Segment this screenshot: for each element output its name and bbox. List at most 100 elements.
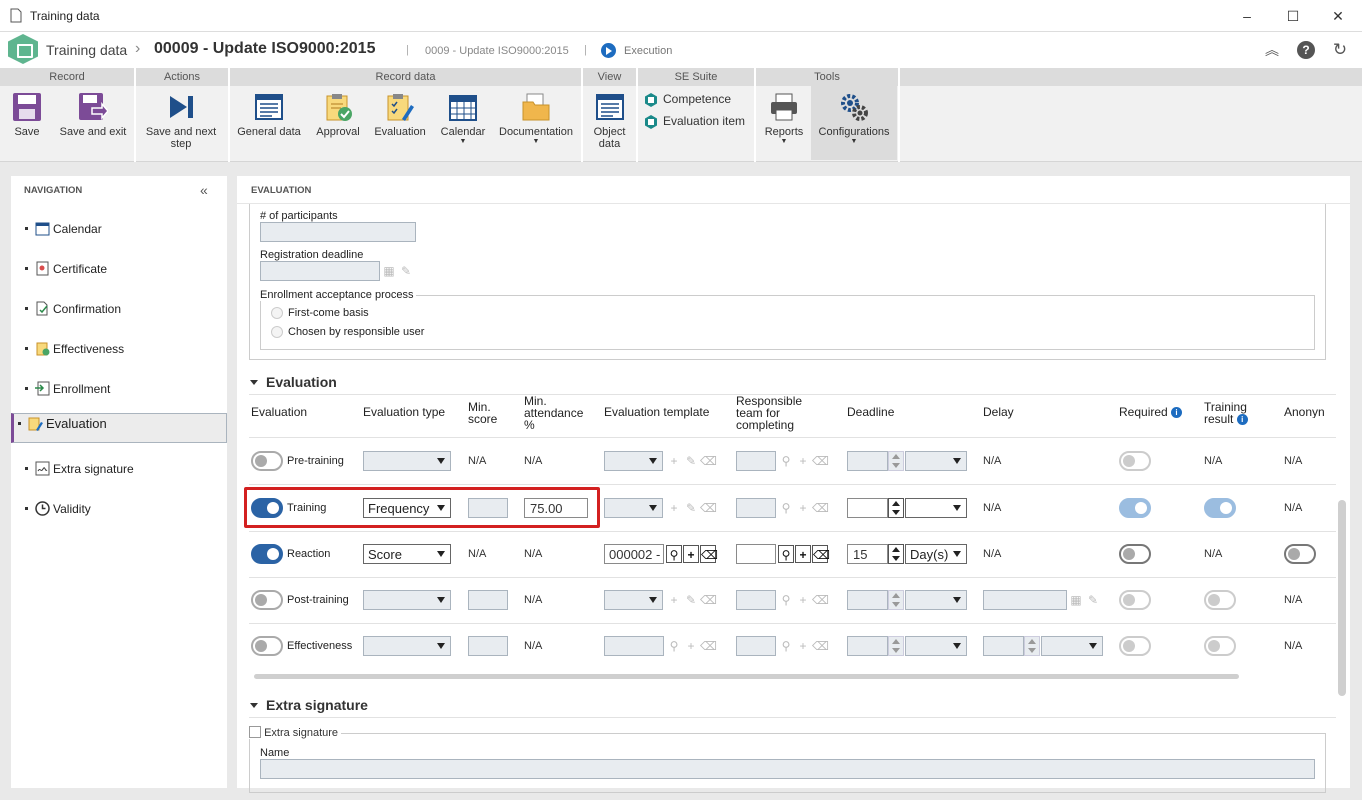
nav-item-validity[interactable]: Validity	[11, 493, 227, 523]
delay-spinner[interactable]	[1024, 636, 1040, 656]
deadline-number-input[interactable]	[847, 498, 888, 518]
nav-item-effectiveness[interactable]: Effectiveness	[11, 333, 227, 363]
responsible-input[interactable]	[736, 451, 776, 471]
horizontal-scrollbar[interactable]	[254, 674, 1239, 679]
clear-icon[interactable]: ⌫	[700, 499, 717, 517]
training-result-toggle[interactable]	[1204, 590, 1236, 610]
deadline-unit-select[interactable]	[905, 498, 967, 518]
deadline-number-input[interactable]	[847, 590, 888, 610]
evaluation-section-toggle[interactable]: Evaluation	[250, 374, 337, 390]
deadline-spinner[interactable]	[888, 498, 904, 518]
add-icon[interactable]: +	[795, 499, 811, 517]
delay-input[interactable]	[983, 590, 1067, 610]
approval-button[interactable]: Approval	[310, 86, 366, 160]
clear-icon[interactable]: ⌫	[700, 545, 718, 563]
evaluation-item-button[interactable]: Evaluation item	[644, 114, 752, 132]
deadline-spinner[interactable]	[888, 544, 904, 564]
first-come-radio[interactable]	[271, 307, 283, 319]
required-toggle[interactable]	[1119, 544, 1151, 564]
object-data-button[interactable]: Object data	[587, 86, 632, 160]
edit-icon[interactable]: ✎	[683, 591, 699, 609]
vertical-scrollbar[interactable]	[1338, 500, 1346, 696]
calendar-picker-icon[interactable]: ▦	[381, 262, 397, 280]
add-icon[interactable]: +	[666, 499, 682, 517]
required-toggle[interactable]	[1119, 451, 1151, 471]
reports-button[interactable]: Reports ▼	[760, 86, 808, 160]
clear-icon[interactable]: ⌫	[700, 637, 717, 655]
responsible-input[interactable]	[736, 590, 776, 610]
nav-item-evaluation[interactable]: Evaluation	[11, 413, 227, 443]
template-select[interactable]	[604, 498, 663, 518]
search-icon[interactable]: ⚲	[666, 637, 682, 655]
clear-icon[interactable]: ⌫	[812, 452, 829, 470]
template-select[interactable]	[604, 590, 663, 610]
responsible-input[interactable]	[736, 544, 776, 564]
add-icon[interactable]: +	[795, 545, 811, 563]
deadline-unit-select[interactable]	[905, 636, 967, 656]
deadline-spinner[interactable]	[888, 451, 904, 471]
clear-icon[interactable]: ⌫	[812, 545, 830, 563]
save-and-next-step-button[interactable]: Save and next step	[140, 86, 222, 160]
add-icon[interactable]: +	[666, 452, 682, 470]
template-input[interactable]: 000002 -	[604, 544, 664, 564]
maximize-button[interactable]: ☐	[1283, 6, 1303, 26]
required-toggle[interactable]	[1119, 498, 1151, 518]
chosen-by-user-radio[interactable]	[271, 326, 283, 338]
nav-item-enrollment[interactable]: Enrollment	[11, 373, 227, 403]
add-icon[interactable]: +	[666, 591, 682, 609]
search-icon[interactable]: ⚲	[778, 591, 794, 609]
nav-item-extra-signature[interactable]: Extra signature	[11, 453, 227, 483]
clear-icon[interactable]: ⌫	[812, 499, 829, 517]
deadline-number-input[interactable]: 15	[847, 544, 888, 564]
extra-signature-checkbox[interactable]	[249, 726, 261, 738]
clear-icon[interactable]: ⌫	[812, 591, 829, 609]
reaction-toggle[interactable]	[251, 544, 283, 564]
delay-unit-select[interactable]	[1041, 636, 1103, 656]
general-data-button[interactable]: General data	[234, 86, 304, 160]
training-result-toggle[interactable]	[1204, 636, 1236, 656]
search-icon[interactable]: ⚲	[666, 545, 682, 563]
responsible-input[interactable]	[736, 636, 776, 656]
info-icon[interactable]: i	[1236, 414, 1248, 425]
effectiveness-toggle[interactable]	[251, 636, 283, 656]
deadline-unit-select[interactable]	[905, 590, 967, 610]
nav-item-confirmation[interactable]: Confirmation	[11, 293, 227, 323]
delay-input[interactable]	[983, 636, 1024, 656]
evaluation-type-select[interactable]	[363, 636, 451, 656]
deadline-spinner[interactable]	[888, 636, 904, 656]
clear-icon[interactable]: ⌫	[812, 637, 829, 655]
documentation-button[interactable]: Documentation ▼	[496, 86, 576, 160]
add-icon[interactable]: +	[795, 452, 811, 470]
nav-item-certificate[interactable]: Certificate	[11, 253, 227, 283]
search-icon[interactable]: ⚲	[778, 637, 794, 655]
calendar-picker-icon[interactable]: ▦	[1068, 591, 1084, 609]
clear-icon[interactable]: ✎	[1085, 591, 1101, 609]
edit-icon[interactable]: ✎	[683, 499, 699, 517]
help-icon[interactable]: ?	[1297, 41, 1315, 59]
template-select[interactable]	[604, 451, 663, 471]
clear-icon[interactable]: ⌫	[700, 452, 717, 470]
nav-item-calendar[interactable]: Calendar	[11, 213, 227, 243]
save-and-exit-button[interactable]: Save and exit	[56, 86, 130, 160]
training-result-toggle[interactable]	[1204, 498, 1236, 518]
pre-training-toggle[interactable]	[251, 451, 283, 471]
evaluation-type-select[interactable]	[363, 451, 451, 471]
required-toggle[interactable]	[1119, 636, 1151, 656]
competence-button[interactable]: Competence	[644, 92, 752, 110]
deadline-number-input[interactable]	[847, 451, 888, 471]
deadline-spinner[interactable]	[888, 590, 904, 610]
post-training-toggle[interactable]	[251, 590, 283, 610]
minimize-button[interactable]: –	[1237, 6, 1257, 26]
extra-signature-checkbox-row[interactable]: Extra signature	[249, 726, 342, 739]
min-score-input[interactable]	[468, 636, 508, 656]
registration-deadline-input[interactable]	[260, 261, 380, 281]
edit-icon[interactable]: ✎	[683, 452, 699, 470]
extra-signature-section-toggle[interactable]: Extra signature	[250, 697, 368, 713]
save-button[interactable]: Save	[4, 86, 50, 160]
anonymous-toggle[interactable]	[1284, 544, 1316, 564]
deadline-unit-select[interactable]	[905, 451, 967, 471]
responsible-input[interactable]	[736, 498, 776, 518]
add-icon[interactable]: +	[683, 545, 699, 563]
search-icon[interactable]: ⚲	[778, 499, 794, 517]
template-input[interactable]	[604, 636, 664, 656]
